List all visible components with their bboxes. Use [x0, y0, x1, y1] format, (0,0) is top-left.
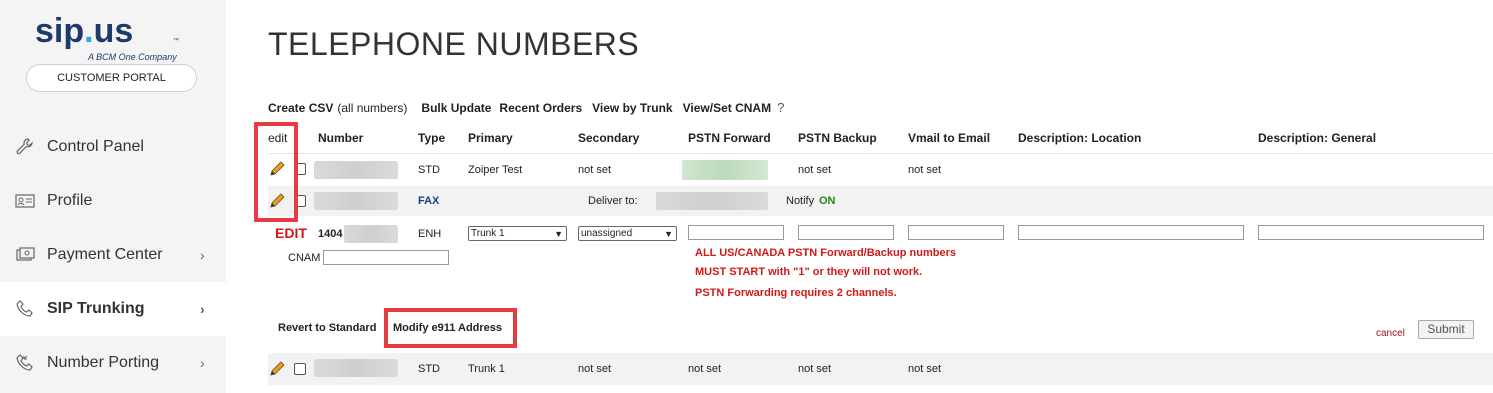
primary-select[interactable]: Trunk 1 ▼ — [468, 226, 567, 241]
nav-control-panel[interactable]: Control Panel — [0, 120, 226, 174]
create-csv-link[interactable]: Create CSV — [268, 101, 333, 115]
sidebar: sip.us ™ A BCM One Company CUSTOMER PORT… — [0, 0, 226, 393]
header-pstn-backup[interactable]: PSTN Backup — [798, 131, 877, 145]
nav-label: Profile — [47, 192, 93, 209]
warning-line: ALL US/CANADA PSTN Forward/Backup number… — [695, 247, 956, 259]
notify-status: ON — [819, 195, 836, 207]
view-set-cnam-link[interactable]: View/Set CNAM — [683, 101, 771, 115]
redacted-pstn-forward — [682, 160, 768, 180]
nav-label: Payment Center — [47, 246, 163, 263]
header-description-location[interactable]: Description: Location — [1018, 131, 1141, 145]
chevron-right-icon: › — [200, 247, 205, 263]
number-prefix: 1404 — [318, 228, 343, 240]
description-location-input[interactable] — [1018, 225, 1244, 240]
nav-label: Control Panel — [47, 138, 144, 155]
wrench-icon — [14, 136, 36, 158]
header-secondary[interactable]: Secondary — [578, 131, 639, 145]
row-checkbox[interactable] — [294, 363, 306, 375]
secondary-cell: not set — [578, 363, 612, 375]
type-cell: STD — [418, 164, 440, 176]
nav-sip-trunking[interactable]: SIP Trunking › — [0, 282, 226, 336]
header-type[interactable]: Type — [418, 131, 445, 145]
secondary-select[interactable]: unassigned ▼ — [578, 226, 677, 241]
nav-label: SIP Trunking — [47, 300, 145, 317]
payment-icon — [14, 244, 36, 266]
nav-payment-center[interactable]: Payment Center › — [0, 228, 226, 282]
edit-label: EDIT — [275, 225, 307, 241]
redacted-number — [314, 161, 398, 179]
type-cell: ENH — [418, 228, 442, 240]
vmail-input[interactable] — [908, 225, 1004, 240]
redacted-deliver-to — [656, 192, 768, 210]
pstn-forward-cell: not set — [688, 363, 722, 375]
table-row — [268, 186, 1493, 216]
cnam-input[interactable] — [323, 250, 449, 265]
sipus-logo[interactable]: sip.us ™ A BCM One Company — [35, 12, 195, 64]
id-card-icon — [14, 190, 36, 212]
secondary-cell: not set — [578, 164, 612, 176]
redacted-number — [344, 225, 398, 243]
table-row — [268, 353, 1493, 385]
header-pstn-forward[interactable]: PSTN Forward — [688, 131, 771, 145]
redacted-number — [314, 359, 398, 377]
revert-to-standard-link[interactable]: Revert to Standard — [278, 322, 376, 334]
pstn-backup-input[interactable] — [798, 225, 894, 240]
warning-line: MUST START with "1" or they will not wor… — [695, 266, 923, 278]
logo-wordmark: sip.us — [35, 12, 134, 50]
divider — [268, 153, 1493, 154]
warning-line: PSTN Forwarding requires 2 channels. — [695, 287, 897, 299]
chevron-right-icon: › — [200, 301, 205, 317]
nav-label: Number Porting — [47, 354, 160, 371]
highlight-box-edit-column — [254, 122, 298, 222]
notify-label: Notify — [786, 195, 815, 207]
header-description-general[interactable]: Description: General — [1258, 131, 1376, 145]
header-primary[interactable]: Primary — [468, 131, 513, 145]
logo-trademark: ™ — [173, 38, 179, 44]
description-general-input[interactable] — [1258, 225, 1484, 240]
bulk-update-link[interactable]: Bulk Update — [421, 101, 491, 115]
redacted-number — [314, 192, 398, 210]
chevron-down-icon: ▼ — [664, 229, 673, 239]
header-vmail-to-email[interactable]: Vmail to Email — [908, 131, 990, 145]
chevron-down-icon: ▼ — [554, 229, 563, 239]
chevron-right-icon: › — [200, 355, 205, 371]
recent-orders-link[interactable]: Recent Orders — [499, 101, 582, 115]
pstn-backup-cell: not set — [798, 164, 832, 176]
phone-icon — [14, 298, 36, 320]
nav-number-porting[interactable]: Number Porting › — [0, 336, 226, 390]
deliver-to-label: Deliver to: — [588, 195, 638, 207]
phone-transfer-icon — [14, 352, 36, 374]
help-icon[interactable]: ? — [777, 100, 784, 115]
create-csv-note: (all numbers) — [337, 101, 408, 115]
customer-portal-button[interactable]: CUSTOMER PORTAL — [26, 64, 197, 92]
action-links: Create CSV (all numbers) Bulk Update Recent… — [268, 100, 792, 115]
vmail-cell: not set — [908, 164, 942, 176]
pstn-backup-cell: not set — [798, 363, 832, 375]
pstn-forward-input[interactable] — [688, 225, 784, 240]
pencil-icon[interactable] — [269, 361, 285, 377]
header-number[interactable]: Number — [318, 131, 363, 145]
primary-cell: Trunk 1 — [468, 363, 505, 375]
cnam-label: CNAM — [288, 252, 321, 264]
page-title: TELEPHONE NUMBERS — [268, 26, 640, 62]
primary-cell: Zoiper Test — [468, 164, 523, 176]
cancel-link[interactable]: cancel — [1376, 328, 1405, 339]
type-cell: STD — [418, 363, 440, 375]
submit-button[interactable]: Submit — [1418, 320, 1474, 339]
type-cell: FAX — [418, 195, 440, 207]
main-content: TELEPHONE NUMBERS Create CSV (all numbers… — [226, 0, 1493, 393]
view-by-trunk-link[interactable]: View by Trunk — [592, 101, 672, 115]
vmail-cell: not set — [908, 363, 942, 375]
logo-tagline: A BCM One Company — [88, 52, 177, 62]
highlight-box-modify-e911 — [384, 308, 517, 348]
nav-profile[interactable]: Profile — [0, 174, 226, 228]
